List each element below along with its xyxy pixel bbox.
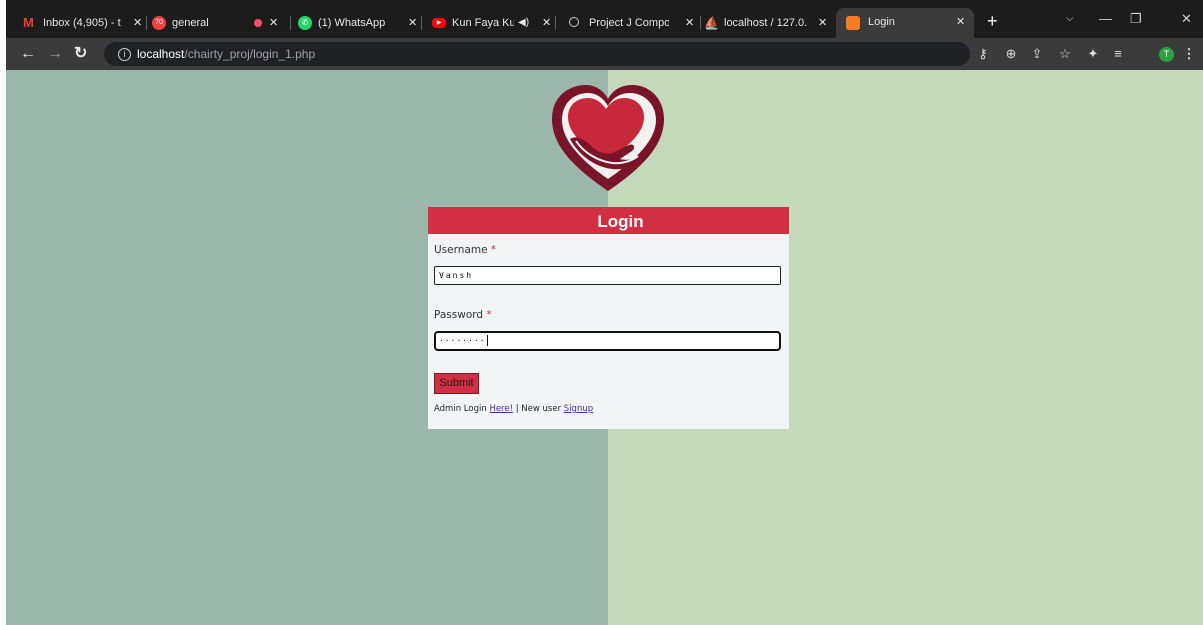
record-icon [254,19,262,27]
admin-login-text: Admin Login [434,404,487,414]
phpmyadmin-icon: ⛵ [704,16,719,30]
tab-discord[interactable]: 70 general [152,9,230,37]
close-tab-icon[interactable]: ✕ [818,9,827,37]
tab-title: Project J Compo [589,17,669,29]
tab-title: Kun Faya Kun [452,17,514,29]
username-value: Vansh [439,271,474,280]
close-tab-icon[interactable]: ✕ [133,9,142,37]
discord-icon: 70 [152,16,166,30]
link-separator: | [515,404,519,414]
forward-arrow-icon[interactable]: → [47,38,63,70]
login-title: Login [597,212,644,231]
username-input[interactable]: Vansh [434,266,781,285]
password-label: Password * [434,309,492,321]
tab-title: localhost / 127.0. [724,17,808,29]
url-text[interactable]: localhost/chairty_proj/login_1.php [137,42,315,66]
extensions-puzzle-icon[interactable]: ✦ [1084,38,1102,70]
tab-whatsapp[interactable]: ✆ (1) WhatsApp ✕ [298,9,422,37]
gmail-icon: M [23,15,34,30]
close-tab-icon[interactable]: ✕ [408,9,417,37]
tab-separator [555,16,556,30]
back-arrow-icon[interactable]: ← [20,38,36,70]
globe-icon [569,17,579,27]
notification-badge: 70 [155,19,163,26]
tab-login[interactable]: Login ✕ [836,8,974,38]
bookmark-star-icon[interactable]: ☆ [1056,38,1074,70]
submit-button[interactable]: Submit [434,373,479,394]
text-caret [486,335,488,346]
tab-youtube[interactable]: ▶ Kun Faya Kun ◀) ✕ [432,9,556,37]
required-asterisk: * [490,244,497,256]
minimize-button[interactable]: — [1099,8,1112,30]
zoom-icon[interactable]: ⊕ [1002,38,1020,70]
share-icon[interactable]: ⇪ [1028,38,1046,70]
reload-icon[interactable]: ↻ [74,38,87,70]
username-label: Username * [434,244,496,256]
site-info-icon[interactable]: i [118,48,131,61]
tab-gmail[interactable]: M Inbox (4,905) - ta ✕ [23,9,147,37]
menu-kebab-icon[interactable]: ⋮ [1180,38,1198,70]
profile-avatar[interactable]: T [1159,47,1174,62]
tab-phpmyadmin[interactable]: ⛵ localhost / 127.0. ✕ [704,9,830,37]
password-mask: ········ [439,336,486,345]
tab-separator [421,16,422,30]
heart-hand-logo [552,85,664,191]
tab-title: general [172,17,209,29]
url-path: /chairty_proj/login_1.php [184,47,316,61]
tab-search-icon[interactable]: ⌵ [1066,8,1074,30]
youtube-icon: ▶ [432,18,446,28]
tab-title: (1) WhatsApp [318,17,386,29]
tab-separator [290,16,291,30]
new-user-text: New user [521,404,562,414]
username-label-text: Username [434,244,488,256]
close-tab-icon[interactable]: ✕ [269,9,278,37]
login-footer-links: Admin Login Here! | New user Signup [434,404,593,414]
login-header: Login [428,207,789,234]
signup-link[interactable]: Signup [564,404,593,414]
tab-separator [146,16,147,30]
browser-tab-strip: M Inbox (4,905) - ta ✕ 70 general ✕ ✆ (1… [6,0,1203,38]
xampp-icon [846,16,860,30]
tab-project[interactable]: Project J Compo ✕ [569,9,701,37]
close-tab-icon[interactable]: ✕ [542,9,551,37]
page-viewport: Login Username * Vansh Password * ······… [6,70,1203,625]
close-tab-icon[interactable]: ✕ [956,8,965,36]
tab-separator [700,16,701,30]
password-label-text: Password [434,309,484,321]
media-control-icon[interactable]: ≡ [1109,38,1127,70]
admin-login-link[interactable]: Here! [489,404,513,414]
audio-playing-icon[interactable]: ◀) [518,9,529,37]
login-card: Login Username * Vansh Password * ······… [428,207,789,429]
close-window-button[interactable]: ✕ [1181,8,1192,30]
whatsapp-icon: ✆ [298,16,312,30]
tab-title: Login [868,16,895,28]
new-tab-button[interactable]: + [987,8,998,34]
required-asterisk: * [486,309,492,321]
password-input[interactable]: ········ [434,331,781,351]
close-tab-icon[interactable]: ✕ [685,9,694,37]
tab-recording[interactable]: ✕ [251,9,291,37]
tab-title: Inbox (4,905) - ta [43,17,121,29]
restore-button[interactable]: ❐ [1130,8,1142,30]
url-host: localhost [137,47,185,61]
address-bar[interactable]: i localhost/chairty_proj/login_1.php [104,42,970,66]
browser-toolbar: ← → ↻ i localhost/chairty_proj/login_1.p… [6,38,1203,70]
key-icon[interactable]: ⚷ [974,38,992,70]
